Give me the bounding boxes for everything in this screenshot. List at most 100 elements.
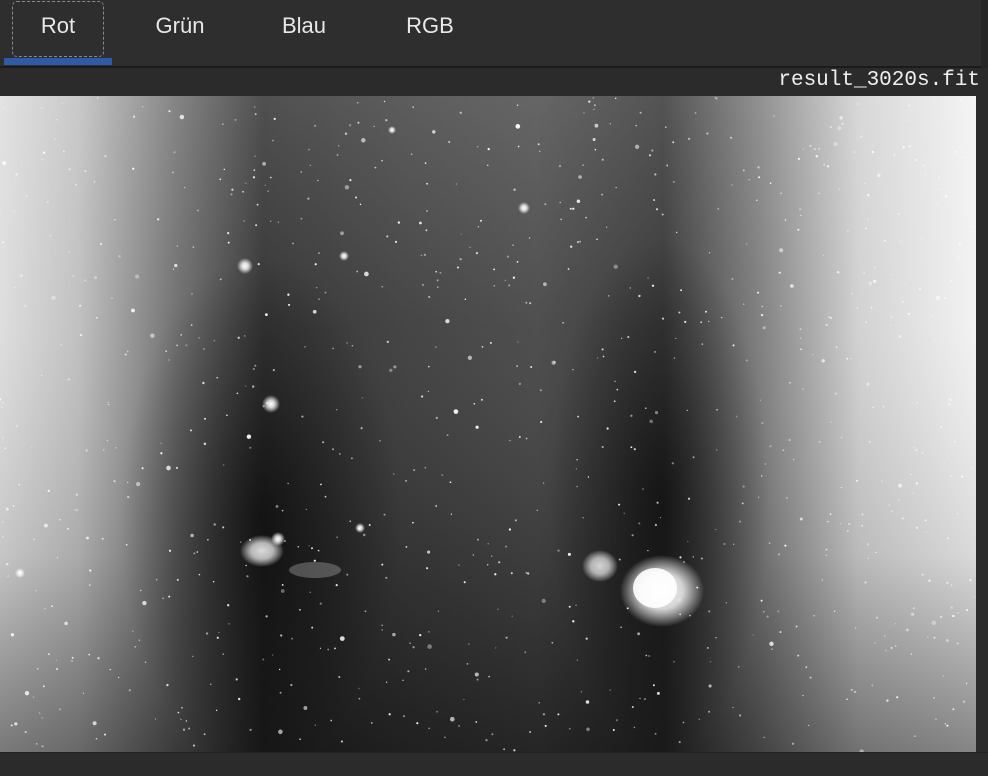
star xyxy=(362,533,366,537)
star xyxy=(601,445,604,449)
star xyxy=(445,318,450,324)
star xyxy=(525,301,528,304)
star xyxy=(388,713,391,716)
astro-image xyxy=(0,96,976,752)
star xyxy=(952,614,955,618)
star xyxy=(300,171,302,173)
star xyxy=(290,683,293,687)
star xyxy=(113,480,116,483)
star xyxy=(312,309,317,314)
star xyxy=(131,308,135,313)
star xyxy=(936,202,938,205)
star xyxy=(884,635,886,637)
star xyxy=(432,130,436,134)
star xyxy=(1,436,4,439)
star xyxy=(761,422,764,425)
star xyxy=(673,357,676,359)
star xyxy=(915,482,919,485)
star xyxy=(896,696,899,699)
tab-blau[interactable]: Blau xyxy=(252,0,356,60)
star xyxy=(278,729,283,735)
star xyxy=(659,516,662,519)
star xyxy=(717,208,719,210)
star xyxy=(868,281,873,286)
star xyxy=(351,344,354,347)
star xyxy=(752,634,754,636)
star xyxy=(188,727,191,730)
star xyxy=(893,154,896,156)
star xyxy=(358,697,361,700)
star xyxy=(68,251,71,253)
star xyxy=(307,197,310,200)
star xyxy=(833,142,838,147)
tab-gruen[interactable]: Grün xyxy=(128,0,232,60)
star xyxy=(558,164,562,168)
tab-rot[interactable]: Rot xyxy=(4,0,112,60)
star xyxy=(458,725,460,727)
star xyxy=(582,164,585,167)
star xyxy=(839,116,843,120)
star xyxy=(731,184,733,186)
star xyxy=(945,264,947,266)
star xyxy=(609,689,611,691)
bright-star xyxy=(15,568,25,578)
image-viewer[interactable] xyxy=(0,96,976,752)
star xyxy=(834,392,837,395)
star xyxy=(766,615,769,618)
tab-rgb[interactable]: RGB xyxy=(378,0,482,60)
star xyxy=(480,219,482,222)
star xyxy=(460,233,462,235)
star xyxy=(463,698,465,701)
star xyxy=(458,564,460,566)
star xyxy=(818,192,820,194)
star xyxy=(541,598,546,603)
ic434-streak xyxy=(289,562,341,578)
star xyxy=(557,713,560,716)
star xyxy=(572,620,575,623)
star xyxy=(427,390,430,393)
star xyxy=(291,637,294,640)
star xyxy=(850,357,852,360)
star xyxy=(350,457,353,460)
star xyxy=(114,218,116,221)
star xyxy=(253,169,256,171)
star xyxy=(811,353,814,356)
star xyxy=(82,692,85,694)
star xyxy=(405,479,408,482)
star xyxy=(837,126,842,131)
star xyxy=(368,524,371,526)
star xyxy=(925,531,928,533)
star xyxy=(715,528,717,531)
star xyxy=(356,270,359,273)
star xyxy=(154,718,157,720)
star xyxy=(562,321,564,324)
star xyxy=(493,284,496,287)
star xyxy=(779,631,782,634)
star xyxy=(7,575,9,577)
star xyxy=(243,220,245,222)
star xyxy=(868,440,871,443)
star xyxy=(911,612,915,616)
star xyxy=(762,326,766,330)
star xyxy=(446,434,449,437)
star xyxy=(800,348,802,350)
star xyxy=(381,286,383,288)
star xyxy=(637,632,641,636)
star xyxy=(700,321,703,324)
star xyxy=(428,295,431,299)
star xyxy=(487,164,489,166)
star xyxy=(940,615,943,618)
star xyxy=(309,164,311,167)
star xyxy=(709,661,712,663)
star xyxy=(642,488,644,490)
star xyxy=(166,465,171,471)
star xyxy=(308,545,310,547)
star xyxy=(489,341,492,344)
star xyxy=(620,626,622,629)
star xyxy=(273,117,276,120)
star xyxy=(723,542,726,546)
star xyxy=(950,584,953,586)
star xyxy=(516,261,519,263)
star xyxy=(179,718,182,721)
star xyxy=(582,517,584,519)
